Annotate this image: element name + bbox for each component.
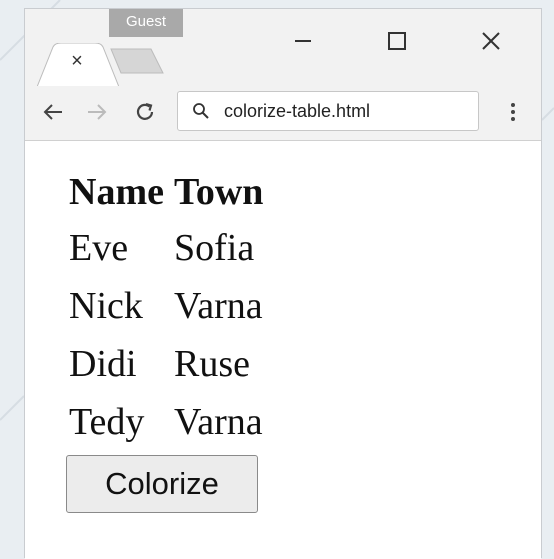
table-row: Eve Sofia <box>69 219 273 277</box>
page-content: Name Town Eve Sofia Nick Varna Didi Ruse <box>25 141 541 559</box>
towns-table: Name Town Eve Sofia Nick Varna Didi Ruse <box>69 165 273 451</box>
colorize-button[interactable]: Colorize <box>66 455 258 513</box>
cell-town: Ruse <box>173 343 250 385</box>
table-row: Didi Ruse <box>69 335 273 393</box>
maximize-icon[interactable] <box>377 21 417 61</box>
cell-name: Tedy <box>69 401 145 443</box>
new-tab-button[interactable] <box>107 47 167 75</box>
close-icon[interactable] <box>471 21 511 61</box>
cell-name: Nick <box>69 285 143 327</box>
search-icon <box>193 103 209 119</box>
cell-town: Varna <box>173 285 263 327</box>
title-bar: Guest × <box>25 9 541 87</box>
url-text: colorize-table.html <box>224 101 371 121</box>
table-header-row: Name Town <box>69 165 273 219</box>
forward-arrow-icon[interactable] <box>83 98 111 126</box>
active-tab[interactable]: × <box>37 43 119 87</box>
column-header-town: Town <box>173 171 264 213</box>
guest-profile-badge[interactable]: Guest <box>109 9 183 37</box>
cell-name: Didi <box>69 343 137 385</box>
menu-icon[interactable] <box>505 98 521 126</box>
browser-toolbar: colorize-table.html <box>25 86 541 141</box>
column-header-name: Name <box>69 171 164 213</box>
table-row: Tedy Varna <box>69 393 273 451</box>
cell-name: Eve <box>69 227 129 269</box>
minimize-icon[interactable] <box>283 21 323 61</box>
cell-town: Varna <box>173 401 263 443</box>
reload-icon[interactable] <box>131 98 159 126</box>
back-arrow-icon[interactable] <box>39 98 67 126</box>
tab-close-icon[interactable]: × <box>67 51 87 71</box>
cell-town: Sofia <box>173 227 255 269</box>
browser-window: Guest × colorize-table.html Name Town Ev… <box>24 8 542 559</box>
table-row: Nick Varna <box>69 277 273 335</box>
address-bar[interactable]: colorize-table.html <box>177 91 479 131</box>
